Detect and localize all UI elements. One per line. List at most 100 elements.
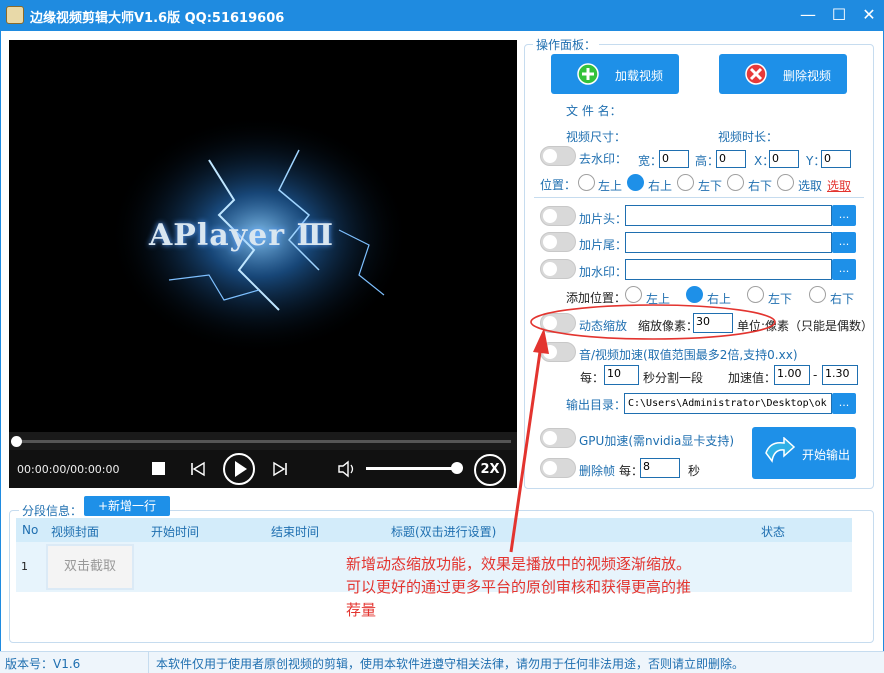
delete-video-button[interactable]: 删除视频 bbox=[719, 54, 847, 94]
start-output-label: 开始输出 bbox=[802, 448, 851, 462]
add-position-radio-bottom-left[interactable] bbox=[747, 286, 764, 303]
outro-path-input[interactable] bbox=[625, 232, 832, 253]
add-position-option-bottom-right: 右下 bbox=[830, 292, 855, 306]
drop-frames-input[interactable]: 8 bbox=[640, 458, 680, 478]
position-radio-bottom-left[interactable] bbox=[677, 174, 694, 191]
position-radio-custom[interactable] bbox=[777, 174, 794, 191]
add-position-option-top-left: 左上 bbox=[646, 292, 671, 306]
seek-bar[interactable] bbox=[9, 432, 517, 450]
watermark-browse-button[interactable]: ... bbox=[832, 259, 856, 280]
volume-knob[interactable] bbox=[451, 462, 463, 474]
column-cover: 视频封面 bbox=[51, 525, 100, 539]
x-input[interactable]: 0 bbox=[769, 150, 799, 168]
time-display: 00:00:00/00:00:00 bbox=[17, 463, 120, 476]
add-watermark-toggle[interactable] bbox=[540, 259, 576, 279]
speedup-to-input[interactable]: 1.30 bbox=[822, 365, 858, 385]
position-radio-bottom-right[interactable] bbox=[727, 174, 744, 191]
title-bar: 边缘视频剪辑大师V1.6版 QQ:51619606 — ☐ ✕ bbox=[0, 0, 884, 31]
panel-title: 操作面板： bbox=[533, 36, 600, 53]
speed-button[interactable]: 2X bbox=[474, 454, 506, 486]
annotation-text: 新增动态缩放功能，效果是播放中的视频逐渐缩放。可以更好的通过更多平台的原创审核和… bbox=[346, 555, 692, 619]
status-divider bbox=[148, 652, 149, 673]
intro-toggle[interactable] bbox=[540, 206, 576, 226]
load-video-button[interactable]: 加载视频 bbox=[551, 54, 679, 94]
intro-path-input[interactable] bbox=[625, 205, 832, 226]
video-size-label: 视频尺寸： bbox=[566, 130, 627, 144]
speedup-every-label: 每： bbox=[580, 371, 605, 385]
capture-cover-button[interactable]: 双击截取 bbox=[46, 544, 134, 590]
speedup-from-input[interactable]: 1.00 bbox=[774, 365, 810, 385]
play-icon[interactable] bbox=[222, 452, 256, 486]
zoom-unit-label: 单位:像素（只能是偶数） bbox=[737, 319, 874, 333]
add-position-radio-top-right[interactable] bbox=[686, 286, 703, 303]
output-dir-input[interactable]: C:\Users\Administrator\Desktop\ok bbox=[624, 393, 832, 414]
speedup-label: 音/视频加速(取值范围最多2倍,支持0.xx) bbox=[579, 348, 798, 362]
position-option-bottom-right: 右下 bbox=[748, 179, 773, 193]
column-end-time: 结束时间 bbox=[271, 525, 320, 539]
speedup-segment-label: 秒分割一段 bbox=[643, 371, 704, 385]
column-title: 标题(双击进行设置) bbox=[391, 525, 497, 539]
column-status: 状态 bbox=[761, 525, 786, 539]
y-input[interactable]: 0 bbox=[821, 150, 851, 168]
position-option-bottom-left: 左下 bbox=[698, 179, 723, 193]
output-dir-label: 输出目录： bbox=[566, 398, 627, 412]
drop-frames-toggle[interactable] bbox=[540, 458, 576, 478]
start-output-button[interactable]: 开始输出 bbox=[752, 427, 856, 479]
add-position-radio-top-left[interactable] bbox=[625, 286, 642, 303]
position-radio-top-right[interactable] bbox=[627, 174, 644, 191]
position-option-top-left: 左上 bbox=[598, 179, 623, 193]
app-icon bbox=[6, 6, 24, 24]
remove-watermark-toggle[interactable] bbox=[540, 146, 576, 166]
speedup-value-label: 加速值： bbox=[728, 371, 777, 385]
video-duration-label: 视频时长： bbox=[718, 130, 779, 144]
delete-icon bbox=[745, 63, 767, 85]
remove-watermark-label: 去水印： bbox=[579, 152, 628, 166]
outro-label: 加片尾： bbox=[579, 238, 628, 252]
position-option-top-right: 右上 bbox=[648, 179, 673, 193]
speedup-dash: - bbox=[813, 368, 818, 382]
column-no: No bbox=[22, 523, 39, 537]
width-input[interactable]: 0 bbox=[659, 150, 689, 168]
column-start-time: 开始时间 bbox=[151, 525, 200, 539]
position-radio-top-left[interactable] bbox=[578, 174, 595, 191]
intro-label: 加片头： bbox=[579, 212, 628, 226]
intro-browse-button[interactable]: ... bbox=[832, 205, 856, 226]
minimize-button[interactable]: — bbox=[795, 3, 821, 27]
load-video-label: 加载视频 bbox=[615, 69, 664, 83]
gpu-toggle[interactable] bbox=[540, 428, 576, 448]
player-controls: 00:00:00/00:00:00 2X bbox=[9, 450, 517, 488]
drop-frames-label: 删除帧 bbox=[579, 464, 616, 478]
player-logo: APlayer Ⅲ bbox=[149, 218, 334, 253]
speedup-interval-input[interactable]: 10 bbox=[604, 365, 639, 385]
select-region-link[interactable]: 选取 bbox=[827, 177, 851, 194]
window-title: 边缘视频剪辑大师V1.6版 QQ:51619606 bbox=[30, 11, 285, 26]
filename-label: 文 件 名： bbox=[566, 104, 622, 118]
seek-knob[interactable] bbox=[11, 436, 22, 447]
volume-slider[interactable] bbox=[366, 467, 458, 470]
volume-icon[interactable] bbox=[337, 460, 357, 478]
version-label: 版本号：V1.6 bbox=[5, 657, 81, 671]
video-preview[interactable]: APlayer Ⅲ bbox=[9, 40, 517, 432]
speedup-toggle[interactable] bbox=[540, 342, 576, 362]
add-row-button[interactable]: +新增一行 bbox=[84, 496, 170, 516]
status-bar: 版本号：V1.6 本软件仅用于使用者原创视频的剪辑，使用本软件进遵守相关法律，请… bbox=[0, 651, 884, 673]
position-option-custom: 选取 bbox=[798, 179, 823, 193]
height-input[interactable]: 0 bbox=[716, 150, 746, 168]
maximize-button[interactable]: ☐ bbox=[826, 3, 852, 27]
add-icon bbox=[577, 63, 599, 85]
gpu-label: GPU加速(需nvidia显卡支持) bbox=[579, 434, 735, 448]
outro-browse-button[interactable]: ... bbox=[832, 232, 856, 253]
output-dir-browse-button[interactable]: ... bbox=[832, 393, 856, 414]
prev-icon[interactable] bbox=[190, 461, 206, 477]
add-position-radio-bottom-right[interactable] bbox=[809, 286, 826, 303]
seek-track bbox=[15, 440, 511, 443]
watermark-path-input[interactable] bbox=[625, 259, 832, 280]
output-arrow-icon bbox=[765, 437, 796, 463]
close-button[interactable]: ✕ bbox=[856, 3, 882, 27]
outro-toggle[interactable] bbox=[540, 232, 576, 252]
row-number: 1 bbox=[21, 560, 28, 573]
next-icon[interactable] bbox=[272, 461, 288, 477]
stop-icon[interactable] bbox=[152, 462, 165, 475]
zoom-pixels-input[interactable]: 30 bbox=[693, 313, 733, 333]
dynamic-zoom-toggle[interactable] bbox=[540, 313, 576, 333]
